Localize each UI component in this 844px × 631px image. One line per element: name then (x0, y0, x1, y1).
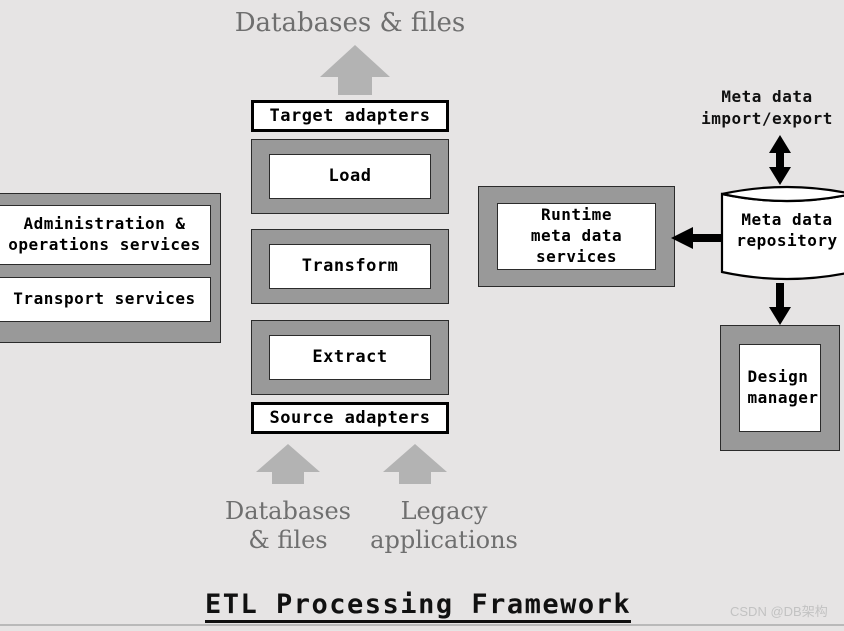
meta-data-repository-label: Meta data repository (736, 210, 838, 250)
source-legacy-applications-label: Legacy applications (370, 497, 518, 555)
source-adapters-label: Source adapters (269, 408, 431, 428)
administration-operations-services-label: Administration & operations services (8, 214, 201, 254)
watermark-label: CSDN @DB架构 (730, 604, 828, 619)
source-databases-up-arrow-icon (256, 444, 320, 484)
source-legacy-up-arrow-icon (383, 444, 447, 484)
extract-module[interactable]: Extract (251, 320, 449, 395)
transport-services-label: Transport services (13, 289, 196, 309)
page-title: ETL Processing Framework (205, 589, 632, 623)
repository-to-runtime-left-arrow-icon (671, 227, 721, 249)
load-module[interactable]: Load (251, 139, 449, 214)
etl-framework-diagram: Databases & files Target adapters Load T… (0, 0, 844, 631)
design-manager-module[interactable]: Design manager (720, 325, 840, 451)
transform-label: Transform (269, 244, 431, 289)
meta-data-repository-cylinder[interactable]: Meta data repository (720, 182, 844, 286)
administration-operations-services-box[interactable]: Administration & operations services (0, 205, 211, 265)
source-adapters-box[interactable]: Source adapters (251, 402, 449, 434)
target-adapters-label: Target adapters (269, 106, 431, 126)
top-databases-files-label: Databases & files (234, 8, 466, 38)
meta-data-import-export-double-arrow-icon (769, 135, 791, 185)
meta-data-import-export-label: Meta data import/export (701, 87, 833, 128)
bottom-divider (0, 624, 844, 626)
runtime-meta-data-services-label: Runtime meta data services (497, 203, 656, 270)
output-up-arrow-icon (320, 45, 390, 95)
load-label: Load (269, 154, 431, 199)
runtime-meta-data-services-module[interactable]: Runtime meta data services (478, 186, 675, 287)
transport-services-box[interactable]: Transport services (0, 277, 211, 322)
repository-to-design-manager-down-arrow-icon (769, 283, 791, 325)
target-adapters-box[interactable]: Target adapters (251, 100, 449, 132)
services-panel: Administration & operations services Tra… (0, 193, 221, 343)
design-manager-label: Design manager (739, 344, 821, 432)
transform-module[interactable]: Transform (251, 229, 449, 304)
extract-label: Extract (269, 335, 431, 380)
